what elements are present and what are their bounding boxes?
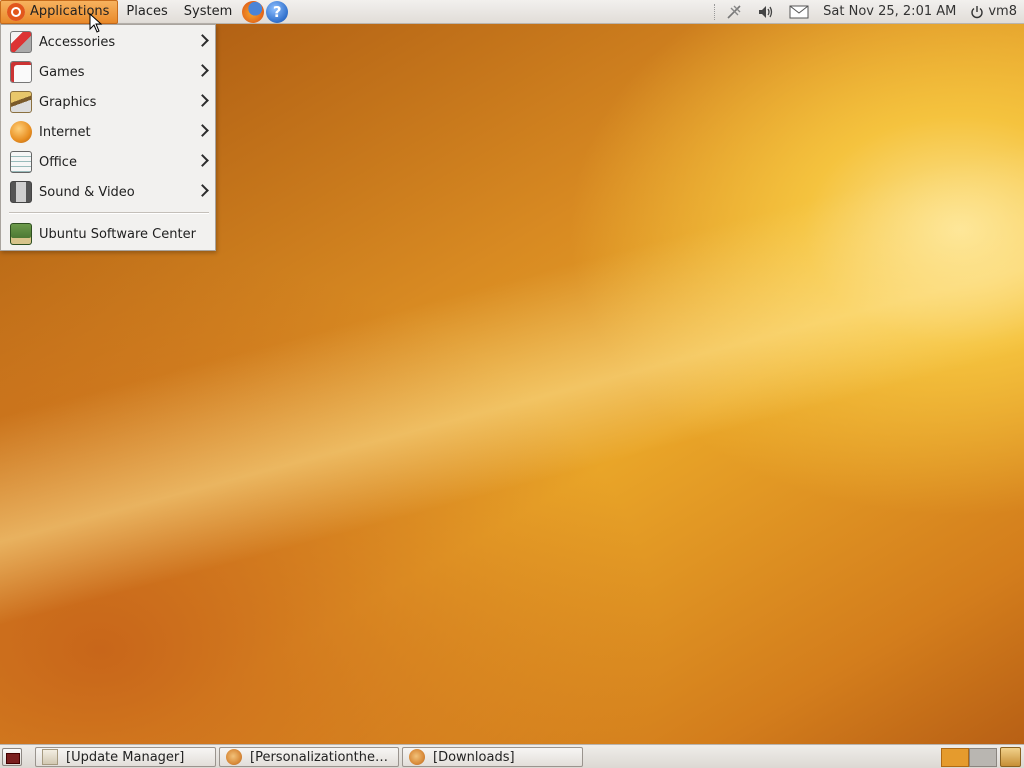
help-launcher-icon[interactable]: ? [266, 0, 289, 23]
menu-item-label: Accessories [39, 34, 116, 50]
menu-item-accessories[interactable]: Accessories [1, 28, 215, 56]
notification-area: Sat Nov 25, 2:01 AM vm8 [710, 0, 1024, 24]
workspace-switcher [941, 748, 997, 767]
menu-item-games[interactable]: Games [1, 58, 215, 86]
graphics-icon [10, 91, 32, 113]
clock[interactable]: Sat Nov 25, 2:01 AM [816, 0, 963, 24]
chevron-right-icon [196, 184, 209, 197]
mouse-pointer-icon [89, 13, 103, 33]
sound-video-icon [10, 181, 32, 203]
workspace-2[interactable] [969, 748, 997, 767]
show-desktop-icon [6, 753, 20, 764]
firefox-icon [226, 749, 242, 765]
power-icon [971, 5, 984, 18]
chevron-right-icon [196, 124, 209, 137]
chevron-right-icon [196, 64, 209, 77]
accessories-icon [10, 31, 32, 53]
games-icon [10, 61, 32, 83]
places-menu-button[interactable]: Places [118, 0, 175, 24]
office-icon [10, 151, 32, 173]
firefox-icon [409, 749, 425, 765]
user-session-menu[interactable]: vm8 [963, 0, 1024, 24]
menu-item-label: Internet [39, 124, 91, 140]
task-label: [Downloads] [433, 749, 515, 765]
task-label: [Update Manager] [66, 749, 185, 765]
task-button-update-manager[interactable]: [Update Manager] [35, 747, 216, 767]
menu-item-label: Sound & Video [39, 184, 135, 200]
chevron-right-icon [196, 154, 209, 167]
menu-item-sound-video[interactable]: Sound & Video [1, 178, 215, 206]
menu-item-internet[interactable]: Internet [1, 118, 215, 146]
help-glyph: ? [272, 2, 282, 21]
workspace-1[interactable] [941, 748, 969, 767]
task-label: [Personalizationthemes...] [250, 749, 398, 765]
task-button-downloads[interactable]: [Downloads] [402, 747, 583, 767]
menu-item-label: Graphics [39, 94, 97, 110]
task-button-personalization-themes[interactable]: [Personalizationthemes...] [219, 747, 399, 767]
chevron-right-icon [196, 94, 209, 107]
applications-menu: Accessories Games Graphics Internet Offi… [0, 24, 216, 251]
update-manager-icon [42, 749, 58, 765]
top-panel: Applications Places System ? Sat Nov 25, [0, 0, 1024, 24]
user-name: vm8 [988, 3, 1017, 19]
internet-icon [10, 121, 32, 143]
firefox-launcher-icon[interactable] [242, 0, 265, 23]
menu-item-label: Games [39, 64, 85, 80]
ubuntu-logo-icon [7, 2, 25, 21]
menu-item-label: Office [39, 154, 77, 170]
menu-item-ubuntu-software-center[interactable]: Ubuntu Software Center [1, 220, 215, 248]
volume-icon[interactable] [750, 0, 782, 24]
menu-separator [9, 212, 209, 214]
menu-item-graphics[interactable]: Graphics [1, 88, 215, 116]
menu-item-office[interactable]: Office [1, 148, 215, 176]
show-desktop-button[interactable] [2, 748, 22, 766]
network-disconnected-icon[interactable] [718, 0, 750, 24]
bottom-panel: [Update Manager] [Personalizationthemes.… [0, 744, 1024, 768]
menu-item-label: Ubuntu Software Center [39, 226, 196, 242]
trash-icon[interactable] [1000, 747, 1021, 767]
chevron-right-icon [196, 34, 209, 47]
mail-icon[interactable] [782, 0, 816, 24]
system-menu-button[interactable]: System [176, 0, 240, 24]
software-center-icon [10, 223, 32, 245]
